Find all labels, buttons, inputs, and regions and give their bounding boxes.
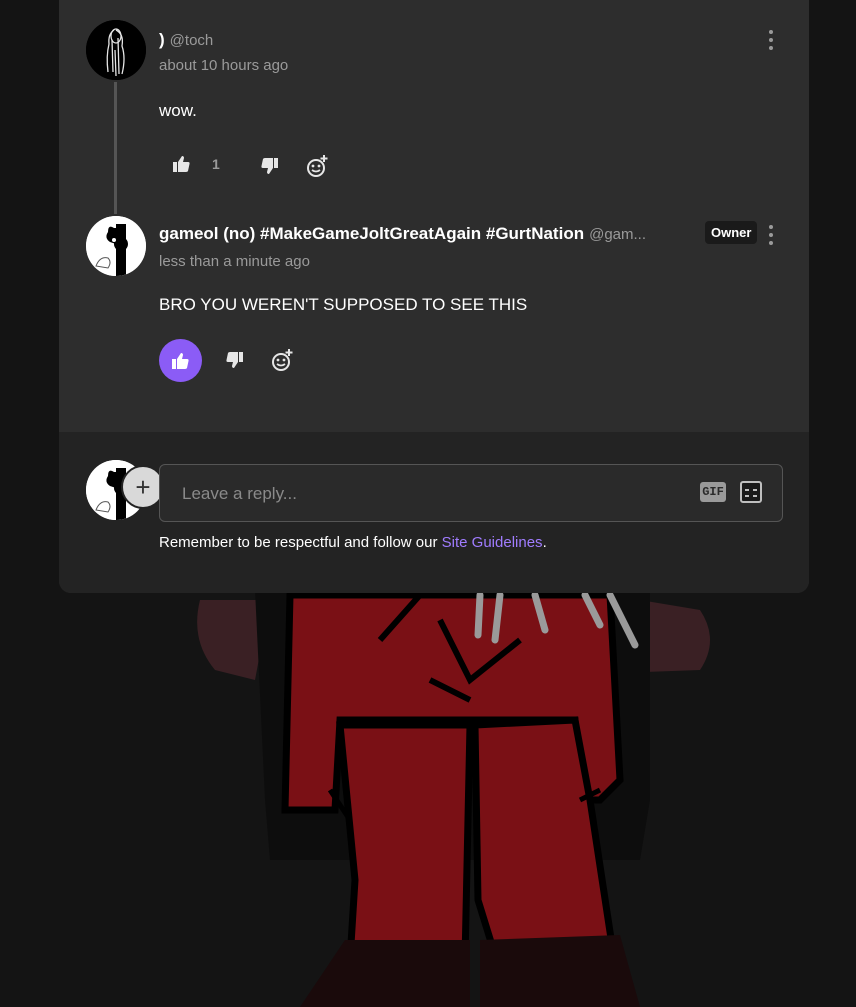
- comment-author-handle[interactable]: @toch: [170, 32, 214, 49]
- comment-header: gameol (no) #MakeGameJoltGreatAgain #Gur…: [159, 224, 691, 244]
- comment-author-name[interactable]: ): [159, 30, 165, 50]
- comment-timestamp[interactable]: about 10 hours ago: [159, 57, 288, 74]
- thumbs-up-icon[interactable]: [169, 152, 193, 176]
- emoji-picker-icon[interactable]: [740, 481, 762, 503]
- like-count: 1: [212, 156, 220, 172]
- comment-thread: ) @toch about 10 hours ago wow. 1 gameol…: [59, 0, 809, 432]
- comment-avatar[interactable]: [86, 20, 146, 80]
- thumbs-down-icon[interactable]: [222, 348, 246, 372]
- comment-timestamp[interactable]: less than a minute ago: [159, 253, 310, 270]
- add-reaction-icon[interactable]: [303, 152, 331, 180]
- guidelines-period: .: [542, 534, 547, 551]
- comment-author-name[interactable]: gameol (no) #MakeGameJoltGreatAgain #Gur…: [159, 224, 584, 244]
- more-options-icon[interactable]: [765, 30, 777, 50]
- black-white-character-avatar-icon: [86, 216, 146, 276]
- comment-header: ) @toch: [159, 30, 213, 50]
- site-guidelines-link[interactable]: Site Guidelines: [442, 534, 543, 551]
- more-options-icon[interactable]: [765, 225, 777, 245]
- sketch-figure-avatar-icon: [86, 20, 146, 80]
- owner-badge: Owner: [705, 221, 758, 244]
- comment-body: BRO YOU WEREN'T SUPPOSED TO SEE THIS: [159, 295, 528, 314]
- comment-body: wow.: [159, 101, 197, 120]
- guidelines-text: Remember to be respectful and follow our: [159, 534, 442, 551]
- gif-button[interactable]: GIF: [700, 482, 726, 502]
- thread-connector-line: [114, 82, 117, 214]
- comment-avatar[interactable]: [86, 216, 146, 276]
- reply-input[interactable]: [180, 465, 684, 523]
- reply-input-box: GIF: [159, 464, 783, 523]
- comment-author-handle[interactable]: @gam...: [589, 226, 646, 243]
- thumbs-up-icon[interactable]: [159, 339, 202, 382]
- add-reaction-icon[interactable]: [268, 346, 296, 374]
- comment-panel: ) @toch about 10 hours ago wow. 1 gameol…: [59, 0, 809, 593]
- reply-composer: + GIF Remember to be respectful and foll…: [59, 432, 809, 593]
- guidelines-notice: Remember to be respectful and follow our…: [159, 534, 547, 551]
- thumbs-down-icon[interactable]: [257, 154, 281, 178]
